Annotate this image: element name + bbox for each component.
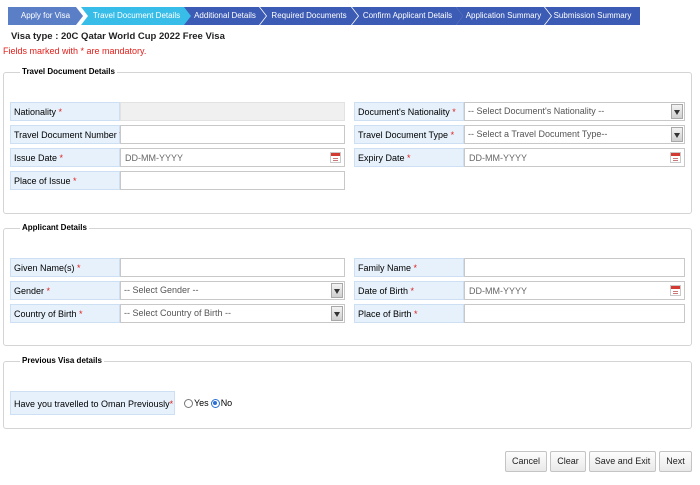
calendar-icon[interactable] <box>670 152 681 163</box>
nationality-label: Nationality * <box>10 102 120 121</box>
issue-date-label: Issue Date * <box>10 148 120 167</box>
wizard-steps: Apply for Visa Travel Document Details A… <box>8 7 692 25</box>
save-and-exit-button[interactable]: Save and Exit <box>589 451 656 472</box>
travel-document-type-select[interactable]: -- Select a Travel Document Type-- <box>464 125 685 144</box>
chevron-down-icon[interactable] <box>331 306 343 321</box>
issue-date-field[interactable] <box>120 148 345 167</box>
chevron-down-icon[interactable] <box>331 283 343 298</box>
nationality-row: Nationality * <box>10 102 345 121</box>
previous-visa-section: Previous Visa details Have you travelled… <box>3 356 692 429</box>
clear-button[interactable]: Clear <box>550 451 586 472</box>
gender-select[interactable]: -- Select Gender -- <box>120 281 345 300</box>
radio-button-icon[interactable] <box>184 398 193 408</box>
visa-type: Visa type : 20C Qatar World Cup 2022 Fre… <box>11 31 225 42</box>
family-name-input[interactable] <box>465 259 684 276</box>
place-of-issue-row: Place of Issue * <box>10 171 345 190</box>
family-name-label: Family Name * <box>354 258 464 277</box>
section-title: Travel Document Details <box>20 67 117 76</box>
family-name-row: Family Name * <box>354 258 688 277</box>
place-of-birth-field[interactable] <box>464 304 685 323</box>
travel-document-type-label: Travel Document Type * <box>354 125 464 144</box>
calendar-icon[interactable] <box>330 152 341 163</box>
place-of-issue-input[interactable] <box>121 172 344 189</box>
given-names-row: Given Name(s) * <box>10 258 345 277</box>
radio-button-icon[interactable] <box>210 398 220 408</box>
nationality-field <box>120 102 345 121</box>
issue-date-input[interactable] <box>121 149 326 166</box>
travel-document-number-row: Travel Document Number * <box>10 125 345 144</box>
expiry-date-row: Expiry Date * <box>354 148 688 167</box>
date-of-birth-label: Date of Birth * <box>354 281 464 300</box>
gender-label: Gender * <box>10 281 120 300</box>
documents-nationality-select[interactable]: -- Select Document's Nationality -- <box>464 102 685 121</box>
place-of-birth-row: Place of Birth * <box>354 304 688 323</box>
visa-type-value: : 20C Qatar World Cup 2022 Free Visa <box>55 31 225 42</box>
step-travel-document-details[interactable]: Travel Document Details <box>81 7 192 25</box>
previous-visa-question: Have you travelled to Oman Previously* <box>10 391 175 415</box>
cancel-button[interactable]: Cancel <box>505 451 547 472</box>
place-of-issue-field[interactable] <box>120 171 345 190</box>
expiry-date-field[interactable] <box>464 148 685 167</box>
expiry-date-input[interactable] <box>465 149 666 166</box>
travel-document-number-label: Travel Document Number * <box>10 125 123 144</box>
previous-visa-radio-group: Yes No <box>184 391 234 415</box>
mandatory-note: Fields marked with * are mandatory. <box>3 46 147 56</box>
radio-yes[interactable]: Yes <box>184 398 209 408</box>
section-title: Previous Visa details <box>20 356 104 365</box>
place-of-birth-label: Place of Birth * <box>354 304 464 323</box>
family-name-field[interactable] <box>464 258 685 277</box>
travel-document-type-row: Travel Document Type * -- Select a Trave… <box>354 125 688 144</box>
step-confirm-applicant-details[interactable]: Confirm Applicant Details <box>352 7 463 25</box>
calendar-icon[interactable] <box>670 285 681 296</box>
step-apply-for-visa[interactable]: Apply for Visa <box>8 7 83 25</box>
country-of-birth-row: Country of Birth * -- Select Country of … <box>10 304 345 323</box>
travel-document-number-field[interactable] <box>120 125 345 144</box>
travel-document-number-input[interactable] <box>121 126 344 143</box>
next-button[interactable]: Next <box>659 451 692 472</box>
gender-selected: -- Select Gender -- <box>124 285 199 295</box>
issue-date-row: Issue Date * <box>10 148 345 167</box>
step-required-documents[interactable]: Required Documents <box>260 7 358 25</box>
travel-document-type-selected: -- Select a Travel Document Type-- <box>468 129 608 139</box>
gender-row: Gender * -- Select Gender -- <box>10 281 345 300</box>
country-of-birth-label: Country of Birth * <box>10 304 120 323</box>
section-title: Applicant Details <box>20 223 89 232</box>
step-additional-details[interactable]: Additional Details <box>184 7 266 25</box>
documents-nationality-selected: -- Select Document's Nationality -- <box>468 106 605 116</box>
place-of-birth-input[interactable] <box>465 305 684 322</box>
travel-document-section: Travel Document Details Nationality * Do… <box>3 67 692 214</box>
applicant-section: Applicant Details Given Name(s) * Family… <box>3 223 692 346</box>
given-names-field[interactable] <box>120 258 345 277</box>
radio-no[interactable]: No <box>210 398 232 408</box>
visa-type-label: Visa type <box>11 31 53 42</box>
given-names-label: Given Name(s) * <box>10 258 120 277</box>
place-of-issue-label: Place of Issue * <box>10 171 120 190</box>
date-of-birth-row: Date of Birth * <box>354 281 688 300</box>
documents-nationality-row: Document's Nationality * -- Select Docum… <box>354 102 688 121</box>
country-of-birth-select[interactable]: -- Select Country of Birth -- <box>120 304 345 323</box>
expiry-date-label: Expiry Date * <box>354 148 464 167</box>
step-submission-summary[interactable]: Submission Summary <box>545 7 640 25</box>
chevron-down-icon[interactable] <box>671 127 683 142</box>
date-of-birth-input[interactable] <box>465 282 666 299</box>
step-application-summary[interactable]: Application Summary <box>456 7 551 25</box>
date-of-birth-field[interactable] <box>464 281 685 300</box>
documents-nationality-label: Document's Nationality * <box>354 102 464 121</box>
given-names-input[interactable] <box>121 259 344 276</box>
chevron-down-icon[interactable] <box>671 104 683 119</box>
country-of-birth-selected: -- Select Country of Birth -- <box>124 308 232 318</box>
